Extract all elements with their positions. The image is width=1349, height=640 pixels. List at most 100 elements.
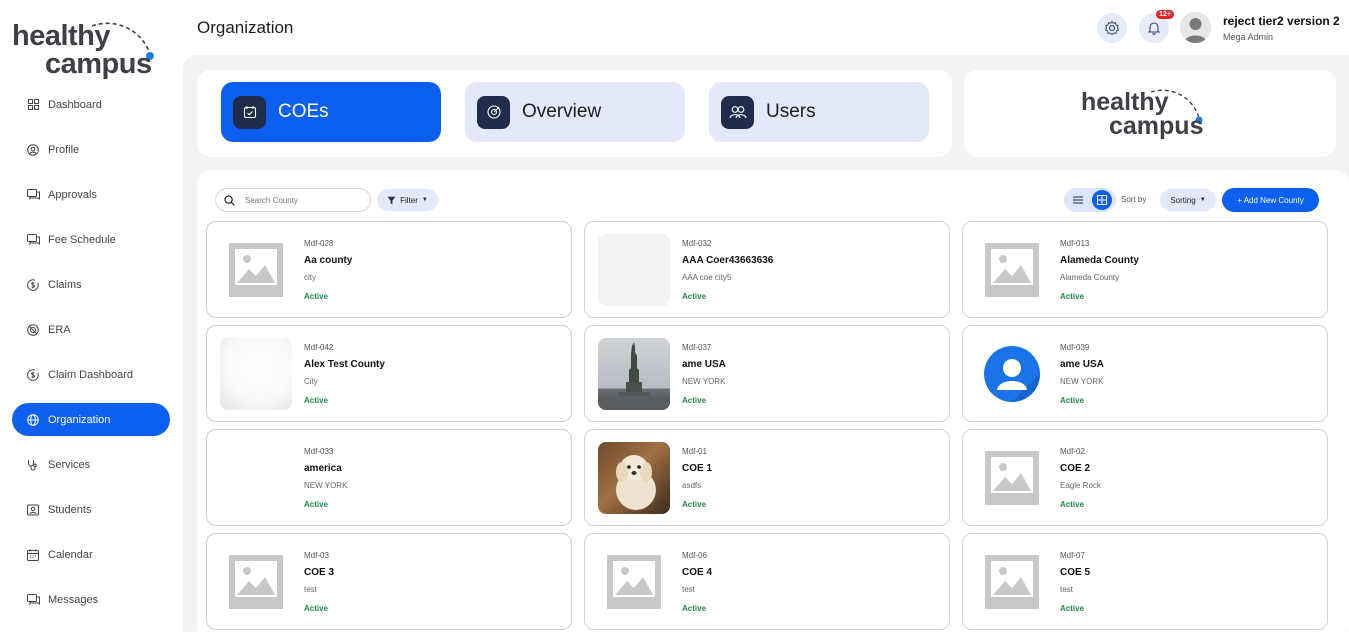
- sidebar-item-students[interactable]: Students: [12, 493, 170, 526]
- tabs-card: COEs Overview Users: [197, 70, 952, 157]
- sidebar-item-organization[interactable]: Organization: [12, 403, 170, 436]
- county-card[interactable]: Mdf-03 COE 3 test Active: [206, 533, 572, 630]
- county-code: Mdf-037: [682, 343, 712, 352]
- county-thumbnail: [976, 234, 1048, 306]
- dollar-circle-icon: [26, 278, 40, 292]
- dollar-circle-icon: [26, 368, 40, 382]
- image-placeholder-icon: [598, 546, 670, 618]
- county-card[interactable]: Mdf-07 COE 5 test Active: [962, 533, 1328, 630]
- chat-icon: [26, 188, 40, 202]
- county-city: test: [304, 585, 317, 594]
- sidebar-item-services[interactable]: Services: [12, 448, 170, 481]
- status-badge: Active: [682, 292, 707, 301]
- tab-users[interactable]: Users: [709, 82, 929, 142]
- sidebar-item-claim-dashboard[interactable]: Claim Dashboard: [12, 358, 170, 391]
- settings-button[interactable]: [1097, 13, 1127, 43]
- notifications-button[interactable]: 12+: [1139, 10, 1174, 43]
- calendar-check-icon: [233, 95, 266, 129]
- tab-label: Overview: [522, 101, 602, 122]
- county-card[interactable]: Mdf-013 Alameda County Alameda County Activ…: [962, 221, 1328, 318]
- county-card[interactable]: Mdf-039 ame USA NEW YORK Active: [962, 325, 1328, 422]
- coin-icon: [26, 323, 40, 337]
- list-view-button[interactable]: [1068, 190, 1088, 210]
- county-name: Aa county: [304, 255, 353, 266]
- filter-button[interactable]: Filter ▼: [377, 189, 438, 211]
- filter-icon: [387, 196, 396, 204]
- county-thumbnail: [220, 234, 292, 306]
- county-code: Mdf-02: [1060, 447, 1085, 456]
- id-card-icon: [26, 503, 40, 517]
- status-badge: Active: [1060, 500, 1085, 509]
- county-name: COE 2: [1060, 463, 1091, 474]
- calendar-icon: [26, 548, 40, 562]
- sidebar-item-dashboard[interactable]: Dashboard: [12, 88, 170, 121]
- sidebar-item-label: ERA: [48, 323, 71, 336]
- sort-dropdown[interactable]: Sorting ▼: [1160, 189, 1216, 211]
- county-name: COE 4: [682, 567, 713, 578]
- stethoscope-icon: [26, 458, 40, 472]
- search-input[interactable]: [245, 195, 355, 205]
- sidebar-item-profile[interactable]: Profile: [12, 133, 170, 166]
- grid-view-button[interactable]: [1092, 190, 1112, 210]
- county-card[interactable]: Mdf-033 america NEW YORK Active: [206, 429, 572, 526]
- county-thumbnail: [598, 338, 670, 410]
- county-card[interactable]: Mdf-01 COE 1 asdfs Active: [584, 429, 950, 526]
- sidebar-item-fee-schedule[interactable]: Fee Schedule: [12, 223, 170, 256]
- status-badge: Active: [682, 396, 707, 405]
- sidebar-item-approvals[interactable]: Approvals: [12, 178, 170, 211]
- sidebar-item-calendar[interactable]: Calendar: [12, 538, 170, 571]
- blank-image: [220, 338, 292, 410]
- search-box[interactable]: [215, 188, 371, 212]
- county-code: Mdf-03: [304, 551, 329, 560]
- county-thumbnail: [976, 338, 1048, 410]
- brand-card: healthy campus: [964, 70, 1336, 157]
- sidebar-item-label: Claims: [48, 278, 82, 291]
- target-icon: [477, 95, 510, 129]
- status-badge: Active: [682, 500, 707, 509]
- county-city: NEW YORK: [1060, 377, 1104, 386]
- county-card[interactable]: Mdf-028 Aa county city Active: [206, 221, 572, 318]
- brand-line2: campus: [45, 48, 152, 80]
- user-avatar-icon: [1180, 12, 1211, 43]
- brand-logo[interactable]: healthy campus: [12, 12, 172, 80]
- county-city: AAA coe city5: [682, 273, 732, 282]
- county-card[interactable]: Mdf-032 AAA Coer43663636 AAA coe city5 Acti…: [584, 221, 950, 318]
- county-name: COE 5: [1060, 567, 1091, 578]
- county-code: Mdf-033: [304, 447, 334, 456]
- county-card[interactable]: Mdf-037 ame USA NEW YORK Active: [584, 325, 950, 422]
- county-code: Mdf-028: [304, 239, 334, 248]
- tab-overview[interactable]: Overview: [465, 82, 685, 142]
- chat-icon: [26, 233, 40, 247]
- dog-photo: [598, 442, 670, 514]
- sidebar-item-messages[interactable]: Messages: [12, 583, 170, 616]
- tab-label: Users: [766, 101, 816, 122]
- county-card[interactable]: Mdf-06 COE 4 test Active: [584, 533, 950, 630]
- county-name: ame USA: [682, 359, 726, 370]
- main-content: COEs Overview Users healthy campus Searc…: [183, 55, 1349, 640]
- status-badge: Active: [1060, 292, 1085, 301]
- sidebar-item-label: Approvals: [48, 188, 97, 201]
- brand-line2: campus: [1109, 112, 1204, 140]
- filter-label: Filter: [400, 195, 418, 205]
- list-icon: [1073, 196, 1083, 204]
- add-county-button[interactable]: + Add New County: [1222, 188, 1319, 212]
- empty-image: [220, 442, 292, 514]
- status-badge: Active: [304, 396, 329, 405]
- sidebar-item-label: Profile: [48, 143, 80, 156]
- avatar[interactable]: [1180, 12, 1211, 43]
- sidebar-item-label: Students: [48, 503, 92, 516]
- county-list-card: Filter ▼ Sort by Sorting ▼ + Add New Cou…: [197, 170, 1349, 640]
- sort-value: Sorting: [1170, 195, 1196, 205]
- county-code: Mdf-013: [1060, 239, 1090, 248]
- tab-coes[interactable]: COEs: [221, 82, 441, 142]
- blank-image: [598, 234, 670, 306]
- county-name: Alameda County: [1060, 255, 1139, 266]
- county-name: america: [304, 463, 342, 474]
- sidebar-item-label: Messages: [48, 593, 99, 606]
- county-card[interactable]: Mdf-042 Alex Test County City Active: [206, 325, 572, 422]
- sidebar-item-era[interactable]: ERA: [12, 313, 170, 346]
- caret-down-icon: ▼: [421, 197, 428, 203]
- sidebar-item-claims[interactable]: Claims: [12, 268, 170, 301]
- county-city: City: [304, 377, 318, 386]
- county-card[interactable]: Mdf-02 COE 2 Eagle Rock Active: [962, 429, 1328, 526]
